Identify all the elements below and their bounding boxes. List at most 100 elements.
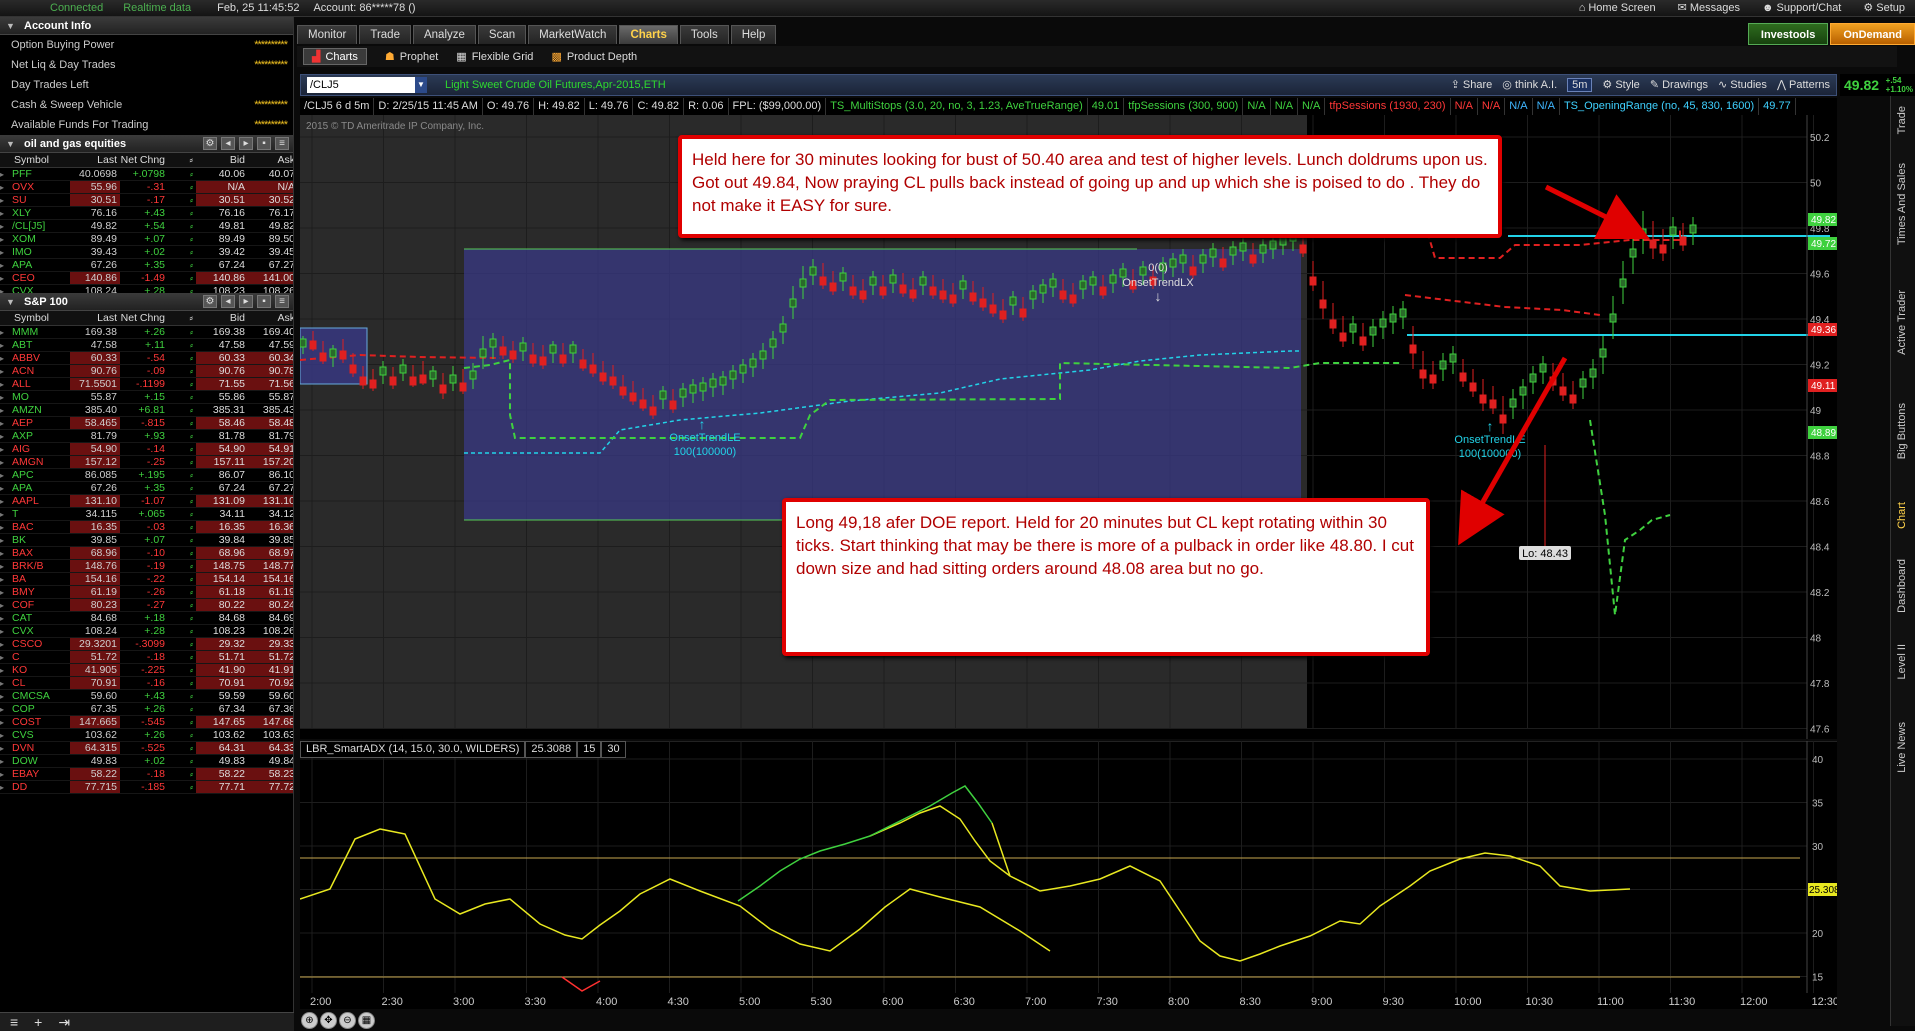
watchlist-row[interactable]: ▸ CMCSA 59.60 +.43 ⸗ 59.59 59.60 bbox=[0, 690, 293, 703]
gear-icon[interactable]: ⚙ bbox=[203, 137, 217, 150]
collapse-icon[interactable]: ▼ bbox=[6, 297, 15, 307]
study-value[interactable]: TS_OpeningRange (no, 45, 830, 1600) bbox=[1560, 98, 1760, 115]
patterns-button[interactable]: ⋀ Patterns bbox=[1777, 78, 1830, 92]
watchlist-row[interactable]: ▸ DOW 49.83 +.02 ⸗ 49.83 49.84 bbox=[0, 755, 293, 768]
study-value[interactable]: N/A bbox=[1505, 98, 1533, 115]
think-ai-button[interactable]: ◎ think A.I. bbox=[1502, 78, 1557, 92]
symbol-input[interactable]: /CLJ5 bbox=[307, 77, 415, 93]
study-value[interactable]: O: 49.76 bbox=[483, 98, 535, 115]
watchlist-row[interactable]: ▸ ACN 90.76 -.09 ⸗ 90.76 90.78 bbox=[0, 365, 293, 378]
watchlist-row[interactable]: ▸ APC 86.085 +.195 ⸗ 86.07 86.10 bbox=[0, 469, 293, 482]
watchlist-row[interactable]: ▸ CEO 140.86 -1.49 ⸗ 140.86 141.00 bbox=[0, 272, 293, 285]
row-expand-icon[interactable]: ▸ bbox=[0, 770, 12, 779]
subtab-prophet[interactable]: ☗ Prophet bbox=[385, 50, 438, 64]
tab-scan[interactable]: Scan bbox=[477, 25, 527, 44]
arrow-left-icon[interactable]: ◂ bbox=[221, 295, 235, 308]
row-expand-icon[interactable]: ▸ bbox=[0, 562, 12, 571]
row-expand-icon[interactable]: ▸ bbox=[0, 406, 12, 415]
watchlist-row[interactable]: ▸ T 34.115 +.065 ⸗ 34.11 34.12 bbox=[0, 508, 293, 521]
row-expand-icon[interactable]: ▸ bbox=[0, 614, 12, 623]
setup-link[interactable]: ⚙ Setup bbox=[1863, 1, 1905, 15]
watchlist-row[interactable]: ▸ AIG 54.90 -.14 ⸗ 54.90 54.91 bbox=[0, 443, 293, 456]
gadget-live-news[interactable]: Live News bbox=[1896, 722, 1908, 773]
row-expand-icon[interactable]: ▸ bbox=[0, 666, 12, 675]
row-expand-icon[interactable]: ▸ bbox=[0, 261, 12, 270]
arrow-right-icon[interactable]: ▸ bbox=[239, 295, 253, 308]
watchlist-row[interactable]: ▸ CVS 103.62 +.26 ⸗ 103.62 103.63 bbox=[0, 729, 293, 742]
row-expand-icon[interactable]: ▸ bbox=[0, 536, 12, 545]
watchlist-row[interactable]: ▸ BRK/B 148.76 -.19 ⸗ 148.75 148.77 bbox=[0, 560, 293, 573]
watchlist-row[interactable]: ▸ AXP 81.79 +.93 ⸗ 81.78 81.79 bbox=[0, 430, 293, 443]
watchlist-row[interactable]: ▸ AMZN 385.40 +6.81 ⸗ 385.31 385.43 bbox=[0, 404, 293, 417]
tab-marketwatch[interactable]: MarketWatch bbox=[528, 25, 618, 44]
menu-icon[interactable]: ≡ bbox=[275, 295, 289, 308]
watchlist-row[interactable]: ▸ APA 67.26 +.35 ⸗ 67.24 67.27 bbox=[0, 482, 293, 495]
drawings-button[interactable]: ✎ Drawings bbox=[1650, 78, 1708, 92]
study-value[interactable]: 49.01 bbox=[1088, 98, 1125, 115]
gadget-big-buttons[interactable]: Big Buttons bbox=[1896, 403, 1908, 459]
pan-icon[interactable]: ✥ bbox=[320, 1012, 337, 1029]
row-expand-icon[interactable]: ▸ bbox=[0, 484, 12, 493]
watchlist-row[interactable]: ▸ CVX 108.24 +.28 ⸗ 108.23 108.26 bbox=[0, 285, 293, 293]
home-screen-link[interactable]: ⌂ Home Screen bbox=[1579, 1, 1656, 14]
account-info-header[interactable]: ▼ Account Info bbox=[0, 17, 293, 35]
gadget-active-trader[interactable]: Active Trader bbox=[1896, 290, 1908, 355]
watchlist-row[interactable]: ▸/CL[J5] 49.82 +.54 ⸗ 49.81 49.82 bbox=[0, 220, 293, 233]
watchlist-row[interactable]: ▸ IMO 39.43 +.02 ⸗ 39.42 39.45 bbox=[0, 246, 293, 259]
study-value[interactable]: C: 49.82 bbox=[633, 98, 685, 115]
watchlist-row[interactable]: ▸OVX55.96-.31⸗N/AN/A bbox=[0, 181, 293, 194]
watchlist-row[interactable]: ▸ XLY 76.16 +.43 ⸗ 76.16 76.17 bbox=[0, 207, 293, 220]
tab-analyze[interactable]: Analyze bbox=[412, 25, 476, 44]
row-expand-icon[interactable]: ▸ bbox=[0, 731, 12, 740]
watchlist-row[interactable]: ▸ CAT 84.68 +.18 ⸗ 84.68 84.69 bbox=[0, 612, 293, 625]
row-expand-icon[interactable]: ▸ bbox=[0, 627, 12, 636]
watchlist-row[interactable]: ▸ AEP 58.465 -.815 ⸗ 58.46 58.48 bbox=[0, 417, 293, 430]
watchlist-row[interactable]: ▸ BK 39.85 +.07 ⸗ 39.84 39.85 bbox=[0, 534, 293, 547]
tab-trade[interactable]: Trade bbox=[359, 25, 411, 44]
watchlist-row[interactable]: ▸ AAPL 131.10 -1.07 ⸗ 131.09 131.10 bbox=[0, 495, 293, 508]
row-expand-icon[interactable]: ▸ bbox=[0, 196, 12, 205]
study-value[interactable]: TS_MultiStops (3.0, 20, no, 3, 1.23, Ave… bbox=[826, 98, 1088, 115]
row-expand-icon[interactable]: ▸ bbox=[0, 209, 12, 218]
study-value[interactable]: N/A bbox=[1298, 98, 1326, 115]
ondemand-button[interactable]: OnDemand bbox=[1830, 23, 1915, 45]
row-expand-icon[interactable]: ▸ bbox=[0, 783, 12, 792]
tab-help[interactable]: Help bbox=[730, 25, 777, 44]
row-expand-icon[interactable]: ▸ bbox=[0, 380, 12, 389]
row-expand-icon[interactable]: ▸ bbox=[0, 354, 12, 363]
row-expand-icon[interactable]: ▸ bbox=[0, 705, 12, 714]
row-expand-icon[interactable]: ▸ bbox=[0, 274, 12, 283]
study-value[interactable]: tfpSessions (300, 900) bbox=[1124, 98, 1244, 115]
watchlist-row[interactable]: ▸ AMGN 157.12 -.25 ⸗ 157.11 157.20 bbox=[0, 456, 293, 469]
row-expand-icon[interactable]: ▸ bbox=[0, 458, 12, 467]
watchlist-row[interactable]: ▸ ALL 71.5501 -.1199 ⸗ 71.55 71.56 bbox=[0, 378, 293, 391]
watchlist-row[interactable]: ▸ CSCO 29.3201 -.3099 ⸗ 29.32 29.33 bbox=[0, 638, 293, 651]
watchlist-sp100-header[interactable]: ▼ S&P 100 ⚙ ◂ ▸ ▪ ≡ bbox=[0, 293, 293, 311]
adx-oscillator[interactable]: 40353025201525.3089 bbox=[300, 741, 1837, 993]
menu-icon[interactable]: ≡ bbox=[10, 1014, 18, 1030]
study-value[interactable]: R: 0.06 bbox=[684, 98, 729, 115]
watchlist-row[interactable]: ▸ COP 67.35 +.26 ⸗ 67.34 67.36 bbox=[0, 703, 293, 716]
watchlist-row[interactable]: ▸ PFF 40.0698 +.0798 ⸗ 40.06 40.07 bbox=[0, 168, 293, 181]
row-expand-icon[interactable]: ▸ bbox=[0, 523, 12, 532]
row-expand-icon[interactable]: ▸ bbox=[0, 575, 12, 584]
timeframe-selector[interactable]: 5m bbox=[1567, 78, 1593, 92]
row-expand-icon[interactable]: ▸ bbox=[0, 640, 12, 649]
zoom-in-icon[interactable]: ⊕ bbox=[301, 1012, 318, 1029]
watchlist-row[interactable]: ▸ BMY 61.19 -.26 ⸗ 61.18 61.19 bbox=[0, 586, 293, 599]
arrow-right-icon[interactable]: ▸ bbox=[239, 137, 253, 150]
grid-toggle-icon[interactable]: ▦ bbox=[358, 1012, 375, 1029]
gadget-chart[interactable]: Chart bbox=[1896, 502, 1908, 529]
study-value[interactable]: D: 2/25/15 11:45 AM bbox=[374, 98, 483, 115]
watchlist-row[interactable]: ▸ DVN 64.315 -.525 ⸗ 64.31 64.33 bbox=[0, 742, 293, 755]
row-expand-icon[interactable]: ▸ bbox=[0, 222, 12, 231]
tab-tools[interactable]: Tools bbox=[679, 25, 729, 44]
gear-icon[interactable]: ⚙ bbox=[203, 295, 217, 308]
watchlist-row[interactable]: ▸ C 51.72 -.18 ⸗ 51.71 51.72 bbox=[0, 651, 293, 664]
row-expand-icon[interactable]: ▸ bbox=[0, 549, 12, 558]
row-expand-icon[interactable]: ▸ bbox=[0, 679, 12, 688]
watchlist-row[interactable]: ▸ BA 154.16 -.22 ⸗ 154.14 154.16 bbox=[0, 573, 293, 586]
watchlist-row[interactable]: ▸ ABT 47.58 +.11 ⸗ 47.58 47.59 bbox=[0, 339, 293, 352]
collapse-panel-icon[interactable]: ⇥ bbox=[58, 1014, 70, 1031]
row-expand-icon[interactable]: ▸ bbox=[0, 393, 12, 402]
